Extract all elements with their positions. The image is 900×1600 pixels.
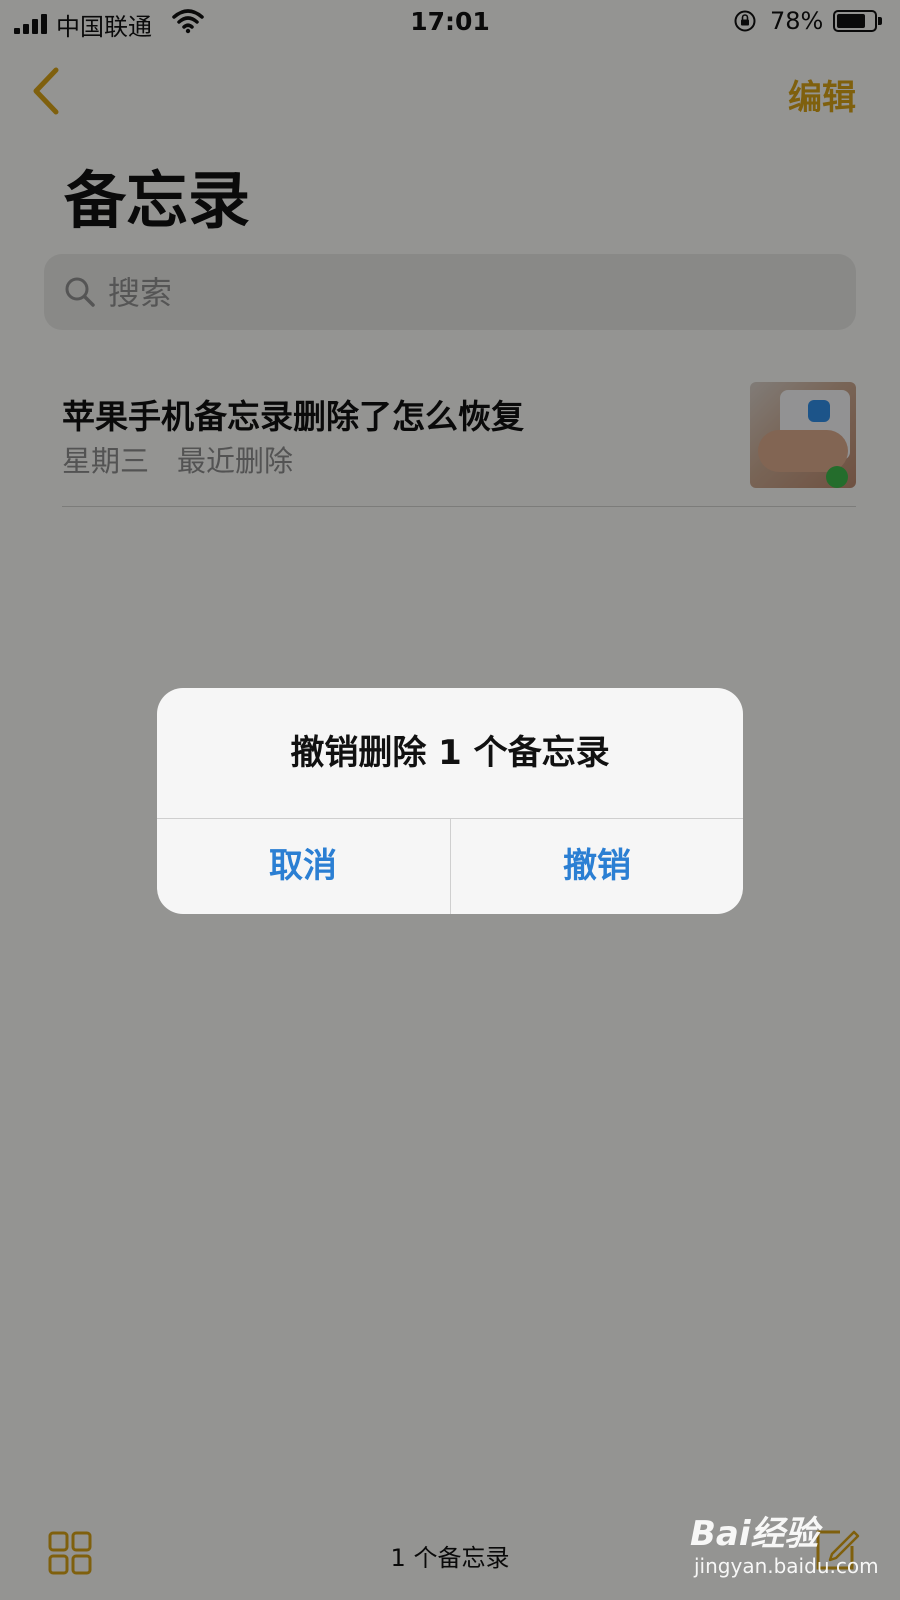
notes-screen: 中国联通 17:01 78% 编辑 备忘录 搜索 苹果手机备忘录删除了怎么恢复 …: [0, 0, 900, 1600]
baidu-jingyan-watermark: Bai经验 jingyan.baidu.com: [690, 1500, 890, 1590]
cancel-button[interactable]: 取消: [157, 819, 449, 914]
alert-title: 撤销删除 1 个备忘录: [290, 733, 610, 773]
undo-button[interactable]: 撤销: [451, 819, 743, 914]
watermark-logo: Bai经验: [690, 1514, 819, 1554]
undo-delete-alert: 撤销删除 1 个备忘录 取消 撤销: [157, 688, 743, 914]
watermark-url: jingyan.baidu.com: [694, 1554, 879, 1578]
